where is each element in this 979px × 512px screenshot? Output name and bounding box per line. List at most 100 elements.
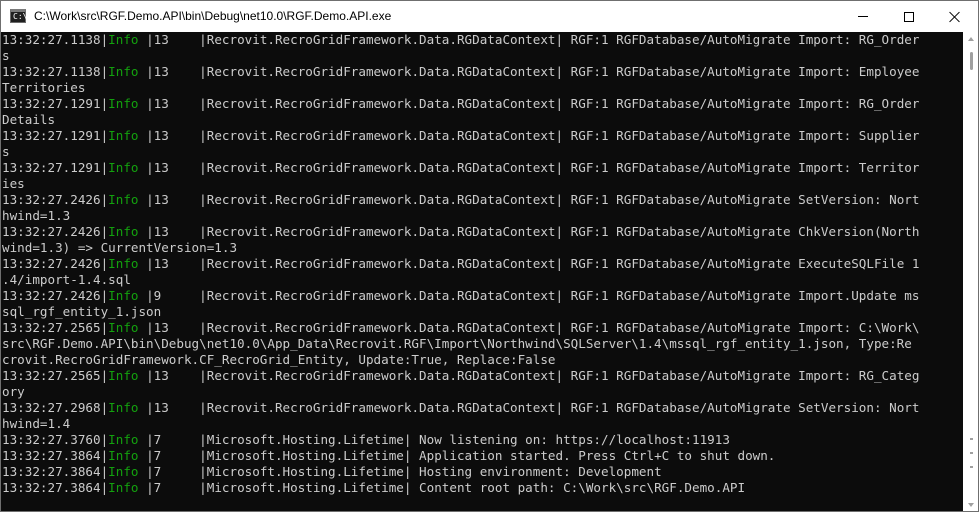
log-level: Info xyxy=(108,400,139,415)
log-text: 13:32:27.2565| xyxy=(2,368,109,383)
log-text: 13:32:27.2426| xyxy=(2,256,109,271)
console-line: 13:32:27.2565|Info |13 |Recrovit.RecroGr… xyxy=(2,320,963,336)
console-line: 13:32:27.2426|Info |13 |Recrovit.RecroGr… xyxy=(2,224,963,240)
log-level: Info xyxy=(108,368,139,383)
console-line: ies xyxy=(2,176,963,192)
log-level: Info xyxy=(108,192,139,207)
console-line: 13:32:27.2426|Info |13 |Recrovit.RecroGr… xyxy=(2,192,963,208)
log-text: ory xyxy=(2,384,25,399)
log-message: |13 |Recrovit.RecroGridFramework.Data.RG… xyxy=(138,320,920,335)
console-line: 13:32:27.1138|Info |13 |Recrovit.RecroGr… xyxy=(2,32,963,48)
log-text: crovit.RecroGridFramework.CF_RecroGrid_E… xyxy=(2,352,556,367)
log-text: 13:32:27.2426| xyxy=(2,192,109,207)
console-line: s xyxy=(2,48,963,64)
log-text: s xyxy=(2,48,10,63)
window-title: C:\Work\src\RGF.Demo.API\bin\Debug\net10… xyxy=(34,9,392,23)
console-line: 13:32:27.2426|Info |9 |Recrovit.RecroGri… xyxy=(2,288,963,304)
log-text: 13:32:27.3864| xyxy=(2,448,109,463)
log-text: hwind=1.4 xyxy=(2,416,71,431)
title-bar[interactable]: C:\ C:\Work\src\RGF.Demo.API\bin\Debug\n… xyxy=(1,1,978,32)
console-line: 13:32:27.2565|Info |13 |Recrovit.RecroGr… xyxy=(2,368,963,384)
log-text: 13:32:27.2426| xyxy=(2,288,109,303)
log-message: |7 |Microsoft.Hosting.Lifetime| Now list… xyxy=(138,432,730,447)
scroll-up-arrow-icon xyxy=(968,37,974,41)
log-message: |13 |Recrovit.RecroGridFramework.Data.RG… xyxy=(138,128,920,143)
log-text: 13:32:27.2968| xyxy=(2,400,109,415)
log-message: |13 |Recrovit.RecroGridFramework.Data.RG… xyxy=(138,96,920,111)
log-text: 13:32:27.1291| xyxy=(2,160,109,175)
console-app-icon[interactable]: C:\ xyxy=(10,9,28,23)
console-line: 13:32:27.3760|Info |7 |Microsoft.Hosting… xyxy=(2,432,963,448)
scroll-down-button[interactable] xyxy=(963,498,978,511)
log-level: Info xyxy=(108,32,139,47)
log-level: Info xyxy=(108,480,139,495)
log-message: |13 |Recrovit.RecroGridFramework.Data.RG… xyxy=(138,64,920,79)
minimize-button[interactable] xyxy=(840,1,886,32)
log-level: Info xyxy=(108,320,139,335)
log-message: |9 |Recrovit.RecroGridFramework.Data.RGD… xyxy=(138,288,920,303)
scroll-up-button[interactable] xyxy=(963,32,978,46)
log-text: 13:32:27.1291| xyxy=(2,96,109,111)
console-line: 13:32:27.1291|Info |13 |Recrovit.RecroGr… xyxy=(2,128,963,144)
console-line: .4/import-1.4.sql xyxy=(2,272,963,288)
log-level: Info xyxy=(108,288,139,303)
log-message: |7 |Microsoft.Hosting.Lifetime| Applicat… xyxy=(138,448,776,463)
console-line: crovit.RecroGridFramework.CF_RecroGrid_E… xyxy=(2,352,963,368)
log-message: |13 |Recrovit.RecroGridFramework.Data.RG… xyxy=(138,256,920,271)
console-line: ory xyxy=(2,384,963,400)
console-line: s xyxy=(2,144,963,160)
vertical-scrollbar[interactable] xyxy=(963,32,978,511)
log-level: Info xyxy=(108,464,139,479)
log-level: Info xyxy=(108,96,139,111)
console-output[interactable]: 13:32:27.1138| Info |13 |Recrovit.RecroGr… xyxy=(1,32,963,511)
log-message: |13 |Recrovit.RecroGridFramework.Data.RG… xyxy=(138,368,920,383)
scrollbar-thumb[interactable] xyxy=(970,52,973,70)
log-text: Territories xyxy=(2,80,86,95)
log-text: wind=1.3) => CurrentVersion=1.3 xyxy=(2,240,238,255)
console-line: hwind=1.4 xyxy=(2,416,963,432)
log-message: |13 |Recrovit.RecroGridFramework.Data.RG… xyxy=(138,192,920,207)
console-window: C:\ C:\Work\src\RGF.Demo.API\bin\Debug\n… xyxy=(0,0,979,512)
console-line: 13:32:27.1291|Info |13 |Recrovit.RecroGr… xyxy=(2,160,963,176)
close-button[interactable] xyxy=(932,1,978,32)
log-text: 13:32:27.2565| xyxy=(2,320,109,335)
log-text: sql_rgf_entity_1.json xyxy=(2,304,162,319)
log-text: 13:32:27.1138| xyxy=(2,64,109,79)
log-message: |13 |Recrovit.RecroGridFramework.Data.RG… xyxy=(138,400,920,415)
log-level: Info xyxy=(108,224,139,239)
maximize-icon xyxy=(904,11,914,22)
console-line: 13:32:27.3864|Info |7 |Microsoft.Hosting… xyxy=(2,480,963,496)
log-level: Info xyxy=(108,160,139,175)
log-message: |13 |Recrovit.RecroGridFramework.Data.RG… xyxy=(138,32,920,47)
console-line: 13:32:27.2426|Info |13 |Recrovit.RecroGr… xyxy=(2,256,963,272)
console-line: sql_rgf_entity_1.json xyxy=(2,304,963,320)
scrollbar-marker xyxy=(970,452,973,454)
log-text: s xyxy=(2,144,10,159)
log-text: ies xyxy=(2,176,25,191)
log-level: Info xyxy=(108,128,139,143)
console-line: src\RGF.Demo.API\bin\Debug\net10.0\App_D… xyxy=(2,336,963,352)
app-icon-text: C:\ xyxy=(13,12,28,21)
log-text: 13:32:27.2426| xyxy=(2,224,109,239)
maximize-button[interactable] xyxy=(886,1,932,32)
console-line: 13:32:27.3864|Info |7 |Microsoft.Hosting… xyxy=(2,448,963,464)
console-line: 13:32:27.1138|Info |13 |Recrovit.RecroGr… xyxy=(2,64,963,80)
log-level: Info xyxy=(108,448,139,463)
log-message: |13 |Recrovit.RecroGridFramework.Data.RG… xyxy=(138,160,920,175)
log-level: Info xyxy=(108,256,139,271)
console-line: 13:32:27.3864|Info |7 |Microsoft.Hosting… xyxy=(2,464,963,480)
console-line: Details xyxy=(2,112,963,128)
log-text: src\RGF.Demo.API\bin\Debug\net10.0\App_D… xyxy=(2,336,912,351)
console-line: Territories xyxy=(2,80,963,96)
log-text: .4/import-1.4.sql xyxy=(2,272,131,287)
log-level: Info xyxy=(108,432,139,447)
close-icon xyxy=(949,11,961,23)
log-text: 13:32:27.3864| xyxy=(2,464,109,479)
minimize-icon xyxy=(858,16,868,17)
scrollbar-marker xyxy=(970,438,973,440)
scrollbar-marker xyxy=(970,466,973,468)
log-text: Details xyxy=(2,112,56,127)
console-line: 13:32:27.2968|Info |13 |Recrovit.RecroGr… xyxy=(2,400,963,416)
console-line: hwind=1.3 xyxy=(2,208,963,224)
console-line: wind=1.3) => CurrentVersion=1.3 xyxy=(2,240,963,256)
